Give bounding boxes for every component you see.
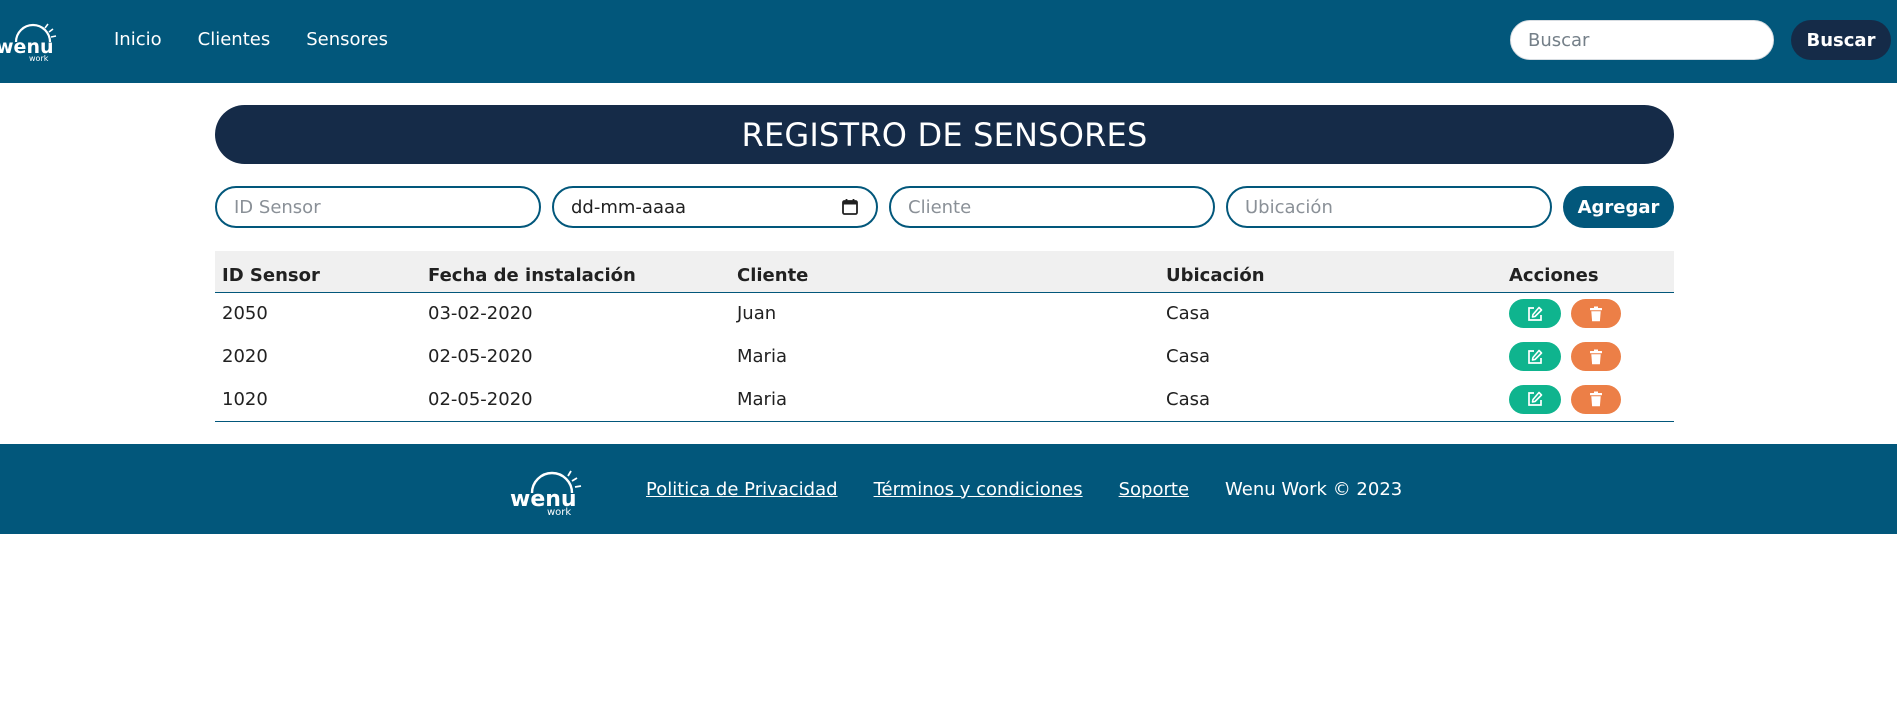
location-input[interactable] xyxy=(1226,186,1552,228)
edit-icon xyxy=(1528,306,1543,321)
cell-location: Casa xyxy=(1159,378,1502,422)
header-date: Fecha de instalación xyxy=(421,251,730,293)
nav-links: Inicio Clientes Sensores xyxy=(114,0,424,79)
cell-client: Maria xyxy=(730,378,1159,422)
cell-location: Casa xyxy=(1166,346,1211,367)
cell-id: 2020 xyxy=(222,346,268,367)
sensor-table: ID Sensor Fecha de instalación Cliente U… xyxy=(215,251,1674,422)
header-client: Cliente xyxy=(730,251,1159,293)
terms-link[interactable]: Términos y condiciones xyxy=(874,479,1083,500)
sensor-id-input[interactable] xyxy=(215,186,541,228)
cell-date: 02-05-2020 xyxy=(428,346,533,367)
nav-link-clientes[interactable]: Clientes xyxy=(198,29,271,50)
cell-id: 1020 xyxy=(215,378,421,422)
table-row: 2020 02-05-2020 Maria Casa xyxy=(215,335,1674,378)
edit-icon xyxy=(1528,391,1543,407)
install-date-input[interactable]: dd-mm-aaaa xyxy=(552,186,878,228)
date-placeholder: dd-mm-aaaa xyxy=(571,196,687,218)
nav-link-sensores[interactable]: Sensores xyxy=(306,29,388,50)
trash-icon xyxy=(1590,391,1602,407)
cell-id: 2050 xyxy=(222,303,268,325)
header-location: Ubicación xyxy=(1159,251,1502,293)
delete-button[interactable] xyxy=(1571,384,1621,414)
support-link[interactable]: Soporte xyxy=(1119,479,1189,500)
header-id: ID Sensor xyxy=(215,251,421,293)
cell-date: 03-02-2020 xyxy=(428,303,533,325)
trash-icon xyxy=(1590,349,1602,364)
cell-client: Juan xyxy=(737,303,777,325)
search-button[interactable]: Buscar xyxy=(1791,20,1891,60)
edit-button[interactable] xyxy=(1509,299,1561,329)
header-actions: Acciones xyxy=(1502,251,1674,293)
add-button[interactable]: Agregar xyxy=(1563,186,1674,228)
footer-logo-subtext: work xyxy=(547,507,571,516)
edit-button[interactable] xyxy=(1509,342,1561,371)
client-input[interactable] xyxy=(889,186,1215,228)
delete-button[interactable] xyxy=(1571,342,1621,371)
navbar: wenu work Inicio Clientes Sensores Busca… xyxy=(0,0,1897,83)
cell-actions xyxy=(1502,335,1674,378)
trash-icon xyxy=(1590,306,1602,322)
page-title-banner: REGISTRO DE SENSORES xyxy=(215,105,1674,164)
cell-actions xyxy=(1502,292,1674,335)
footer: wenu work Politica de Privacidad Término… xyxy=(0,444,1897,534)
cell-date: 02-05-2020 xyxy=(421,378,730,422)
table-row: 2050 03-02-2020 Juan Casa xyxy=(215,292,1674,335)
footer-logo[interactable]: wenu work xyxy=(505,466,595,516)
privacy-link[interactable]: Politica de Privacidad xyxy=(646,479,838,500)
cell-client: Maria xyxy=(737,346,787,367)
page-title: REGISTRO DE SENSORES xyxy=(741,115,1148,154)
cell-location: Casa xyxy=(1166,303,1211,325)
nav-logo[interactable]: wenu work xyxy=(0,18,62,62)
table-row: 1020 02-05-2020 Maria Casa xyxy=(215,378,1674,422)
table-header-row: ID Sensor Fecha de instalación Cliente U… xyxy=(215,251,1674,293)
calendar-icon[interactable] xyxy=(841,198,859,216)
delete-button[interactable] xyxy=(1571,299,1621,329)
search-input[interactable] xyxy=(1510,20,1774,60)
edit-icon xyxy=(1528,349,1543,364)
cell-actions xyxy=(1502,378,1674,422)
footer-links: Politica de Privacidad Términos y condic… xyxy=(646,444,1402,534)
edit-button[interactable] xyxy=(1509,384,1561,414)
nav-link-inicio[interactable]: Inicio xyxy=(114,29,162,50)
logo-subtext: work xyxy=(29,54,49,62)
copyright: Wenu Work © 2023 xyxy=(1225,478,1403,500)
